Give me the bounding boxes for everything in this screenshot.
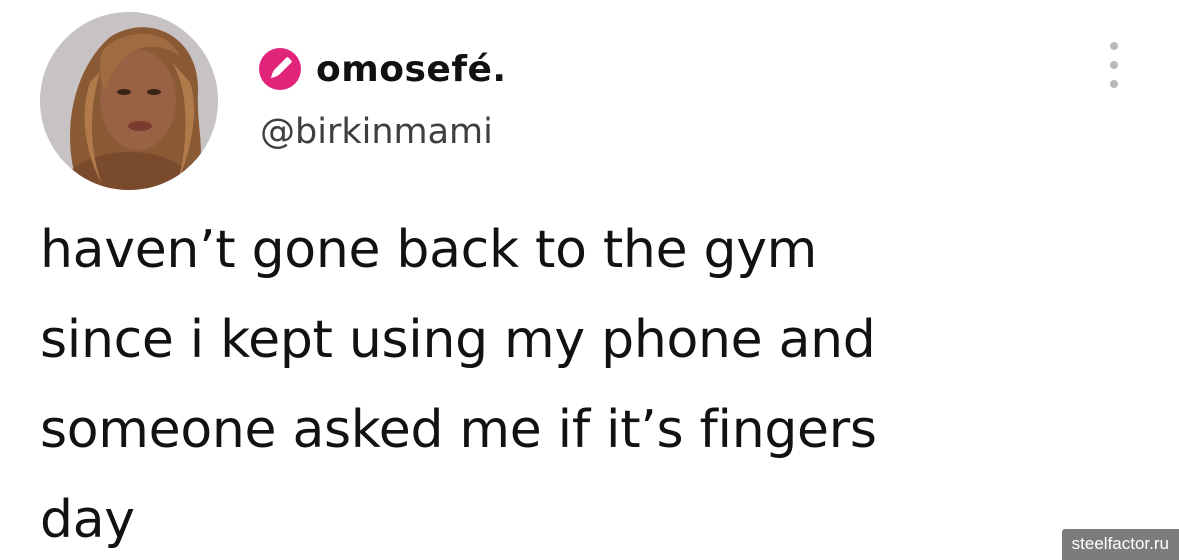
author-display-name[interactable]: omosefé. (316, 49, 507, 90)
more-dot (1110, 61, 1118, 69)
tweet-card: omosefé. @birkinmami haven’t gone back t… (0, 0, 1179, 560)
more-options-icon[interactable] (1102, 40, 1126, 90)
avatar[interactable] (40, 12, 218, 190)
avatar-photo (40, 12, 218, 190)
author-handle[interactable]: @birkinmami (260, 112, 493, 152)
more-dot (1110, 80, 1118, 88)
author-name-row[interactable]: omosefé. (258, 44, 507, 94)
watermark: steelfactor.ru (1061, 529, 1179, 560)
more-dot (1110, 42, 1118, 50)
tweet-text: haven’t gone back to the gym since i kep… (40, 220, 877, 550)
pen-badge-icon (258, 47, 302, 91)
